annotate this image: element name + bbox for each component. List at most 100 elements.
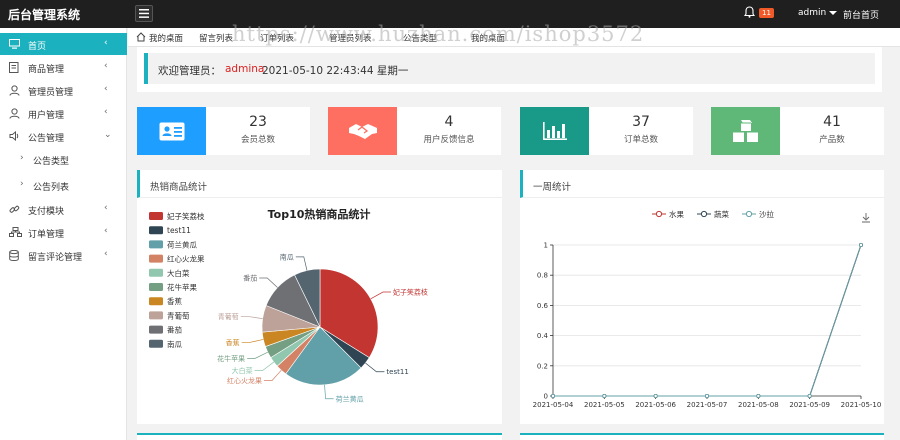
legend-label[interactable]: 妃子笑荔枝 [167,211,205,221]
label-leader [241,339,264,343]
sidebar-item-label: 用户管理 [28,111,65,121]
legend-label[interactable]: 大白菜 [167,268,190,278]
stat-icon-box [711,107,780,155]
legend-swatch[interactable] [149,325,163,334]
label-leader [240,316,263,319]
sidebar-item-label: 订单管理 [28,230,65,240]
stat-card-members[interactable]: 23 会员总数 [137,107,310,155]
chevron-left-icon: ‹ [104,61,108,71]
y-tick-label: 0.2 [537,362,548,370]
legend-swatch[interactable] [149,226,163,235]
series-point[interactable] [653,393,658,398]
legend-label[interactable]: 水果 [669,209,684,219]
series-point[interactable] [807,393,812,398]
series-line[interactable] [553,244,862,397]
welcome-user: admina [225,63,265,75]
sidebar-item-announcement-list[interactable]: › 公告列表 [0,174,127,196]
bell-icon[interactable] [743,6,756,21]
series-point[interactable] [704,393,709,398]
series-point[interactable] [550,393,555,398]
notification-badge: 11 [759,8,774,18]
legend-swatch[interactable] [149,240,163,249]
sidebar-item-home[interactable]: 首页 ‹ [0,33,127,55]
slice-label: 大白菜 [232,366,253,375]
chart-title: Top10热销商品统计 [268,207,371,221]
line-chart: 水果 蔬菜 沙拉 0 0.2 0.4 0.6 0.8 1 2021-05-04 2021-05-0… [533,209,882,409]
document-icon [9,62,19,73]
sidebar-item-label: 公告类型 [33,157,70,167]
legend-label[interactable]: 番茄 [167,325,182,335]
sidebar-item-admins[interactable]: 管理员管理 ‹ [0,79,127,101]
y-tick-label: 0.4 [537,332,549,340]
sidebar-item-payment[interactable]: 支付模块 ‹ [0,198,127,220]
stat-card-feedback[interactable]: 4 用户反馈信息 [328,107,501,155]
legend-marker[interactable] [700,210,708,218]
panel-title: 热销商品统计 [150,182,208,193]
x-tick-label: 2021-05-10 [841,401,882,409]
welcome-datetime: 2021-05-10 22:43:44 星期一 [262,65,409,77]
chevron-left-icon: ‹ [104,249,108,259]
chevron-left-icon: ‹ [104,226,108,236]
download-icon[interactable] [862,213,870,223]
series-point[interactable] [858,243,863,248]
user-menu[interactable]: admin [798,8,838,18]
legend-swatch[interactable] [149,254,163,263]
legend-label[interactable]: 荷兰黄瓜 [167,239,197,249]
series-point[interactable] [756,393,761,398]
frontend-home-link[interactable]: 前台首页 [843,8,879,21]
stat-card-products[interactable]: 41 产品数 [711,107,884,155]
slice-label: 妃子笑荔枝 [393,288,428,297]
sidebar-item-label: 公告列表 [33,183,70,193]
slice-label: 红心火龙果 [227,376,262,385]
stat-icon-box [520,107,589,155]
tab-admin-list[interactable]: 管理员列表 [329,32,372,44]
series-line[interactable] [553,244,862,397]
series-line[interactable] [553,244,862,397]
chevron-left-icon: ‹ [104,84,108,94]
legend-label[interactable]: 蔬菜 [714,209,729,219]
tab-message-list[interactable]: 留言列表 [199,32,233,44]
label-leader [254,361,274,371]
tab-order-list[interactable]: 订单列表 [260,32,294,44]
tab-desktop[interactable]: 我的桌面 [149,32,183,44]
sidebar-item-comments[interactable]: 留言评论管理 ‹ [0,244,127,266]
sidebar-item-announcements[interactable]: 公告管理 ⌄ [0,125,127,147]
legend-swatch[interactable] [149,268,163,277]
handshake-icon [348,124,377,139]
label-leader [324,384,334,400]
legend-swatch[interactable] [149,297,163,306]
menu-toggle-button[interactable] [135,5,153,22]
sidebar-item-products[interactable]: 商品管理 ‹ [0,56,127,78]
bar-chart-icon [542,122,567,140]
legend-marker[interactable] [655,210,663,218]
tab-announcement-types[interactable]: 公告类型 [403,32,437,44]
legend-label[interactable]: 香蕉 [167,296,182,306]
user-icon [9,85,20,96]
legend-label[interactable]: test11 [167,226,191,235]
stat-card-orders[interactable]: 37 订单总数 [520,107,693,155]
stat-value: 41 [823,114,841,130]
legend-swatch[interactable] [149,339,163,348]
panel-header: 一周统计 [520,170,884,198]
legend-swatch[interactable] [149,311,163,320]
slice-label: 青葡萄 [218,312,239,321]
tab-desktop-2[interactable]: 我的桌面 [471,32,505,44]
sidebar-item-users[interactable]: 用户管理 ‹ [0,102,127,124]
sidebar-item-announcement-types[interactable]: › 公告类型 [0,148,127,170]
legend-label[interactable]: 花牛苹果 [167,282,197,292]
legend-label[interactable]: 沙拉 [759,209,774,219]
legend-swatch[interactable] [149,283,163,291]
legend-marker[interactable] [745,210,753,218]
legend-label[interactable]: 青葡萄 [167,310,190,320]
legend-label[interactable]: 南瓜 [167,339,182,349]
sidebar-item-orders[interactable]: 订单管理 ‹ [0,221,127,243]
legend-swatch[interactable] [149,212,163,220]
y-tick-label: 0.6 [537,302,549,310]
caret-down-icon [829,10,838,15]
series-point[interactable] [602,393,607,398]
next-panel-edge [137,433,502,440]
x-tick-label: 2021-05-06 [635,401,676,409]
chevron-left-icon: ‹ [104,107,108,117]
slice-label: 花牛苹果 [217,354,245,363]
legend-label[interactable]: 红心火龙果 [167,254,205,264]
